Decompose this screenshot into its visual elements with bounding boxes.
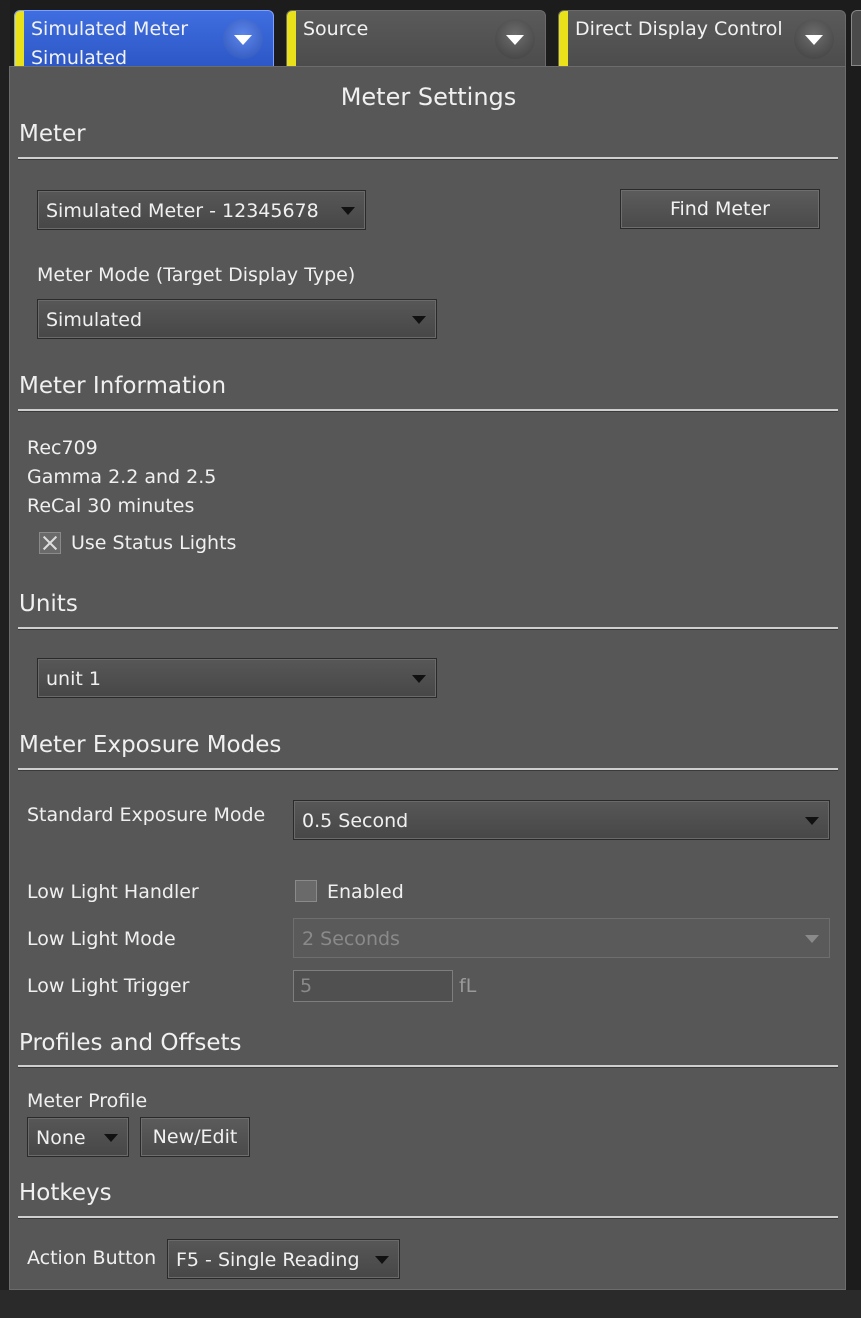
units-value: unit 1 <box>46 668 101 690</box>
tab-source[interactable]: Source <box>286 10 546 72</box>
meter-device-select[interactable]: Simulated Meter - 12345678 <box>37 190 366 230</box>
chevron-down-icon <box>805 817 819 825</box>
meter-info-text: Rec709 Gamma 2.2 and 2.5 ReCal 30 minute… <box>27 434 216 521</box>
panel-title: Meter Settings <box>340 83 517 111</box>
low-light-enabled-checkbox[interactable] <box>295 880 317 902</box>
section-title-meter-information: Meter Information <box>19 373 227 399</box>
tab-label: Direct Display Control <box>575 18 783 40</box>
low-light-handler-label: Low Light Handler <box>27 881 199 903</box>
meter-mode-select[interactable]: Simulated <box>37 299 437 339</box>
standard-exposure-mode-label: Standard Exposure Mode <box>27 804 266 826</box>
low-light-mode-value: 2 Seconds <box>302 928 400 950</box>
units-select[interactable]: unit 1 <box>37 658 437 698</box>
action-button-select[interactable]: F5 - Single Reading <box>167 1239 400 1279</box>
meter-info-line: ReCal 30 minutes <box>27 495 195 517</box>
background-app-bottom <box>0 1290 861 1318</box>
chevron-down-icon <box>341 207 355 215</box>
chevron-down-icon <box>805 935 819 943</box>
meter-info-line: Rec709 <box>27 437 98 459</box>
meter-settings-panel: Meter Settings Meter Simulated Meter - 1… <box>9 66 846 1290</box>
use-status-lights-checkbox[interactable] <box>39 532 61 554</box>
use-status-lights-label: Use Status Lights <box>71 532 237 554</box>
section-divider <box>18 1065 838 1068</box>
meter-mode-label: Meter Mode (Target Display Type) <box>37 264 356 286</box>
standard-exposure-mode-select[interactable]: 0.5 Second <box>293 800 830 840</box>
tab-simulated-meter[interactable]: Simulated Meter Simulated <box>14 10 274 72</box>
low-light-enabled-label: Enabled <box>327 881 404 903</box>
chevron-down-icon[interactable] <box>495 19 535 59</box>
low-light-mode-select[interactable]: 2 Seconds <box>293 918 830 958</box>
tab-label: Simulated Meter Simulated <box>31 18 189 69</box>
chevron-down-icon[interactable] <box>223 19 263 59</box>
chevron-down-icon <box>412 316 426 324</box>
action-button-label: Action Button <box>27 1247 157 1269</box>
section-divider <box>18 627 838 630</box>
low-light-mode-label: Low Light Mode <box>27 928 176 950</box>
tab-status-stripe <box>287 11 296 71</box>
low-light-trigger-label: Low Light Trigger <box>27 975 190 997</box>
tab-status-stripe <box>15 11 24 71</box>
section-title-meter-exposure-modes: Meter Exposure Modes <box>19 732 282 758</box>
meter-mode-value: Simulated <box>46 309 143 331</box>
section-title-meter: Meter <box>19 121 86 147</box>
low-light-trigger-unit: fL <box>459 975 477 997</box>
chevron-down-icon <box>412 675 426 683</box>
standard-exposure-mode-value: 0.5 Second <box>302 810 409 832</box>
section-title-hotkeys: Hotkeys <box>19 1180 112 1206</box>
section-divider <box>18 157 838 160</box>
tab-label: Source <box>303 18 369 40</box>
new-edit-profile-button[interactable]: New/Edit <box>140 1117 250 1157</box>
meter-profile-label: Meter Profile <box>27 1090 148 1112</box>
tab-direct-display-control[interactable]: Direct Display Control <box>558 10 846 72</box>
meter-info-line: Gamma 2.2 and 2.5 <box>27 466 217 488</box>
low-light-trigger-input[interactable]: 5 <box>293 970 453 1002</box>
section-divider <box>18 1216 838 1219</box>
tab-overflow[interactable] <box>851 10 861 66</box>
section-divider <box>18 409 838 412</box>
find-meter-button[interactable]: Find Meter <box>620 189 820 229</box>
section-divider <box>18 768 838 771</box>
meter-device-value: Simulated Meter - 12345678 <box>46 200 319 222</box>
section-title-profiles-and-offsets: Profiles and Offsets <box>19 1030 242 1056</box>
chevron-down-icon[interactable] <box>794 19 834 59</box>
section-title-units: Units <box>19 591 78 617</box>
action-button-value: F5 - Single Reading <box>176 1249 360 1271</box>
meter-profile-value: None <box>36 1127 86 1149</box>
tab-status-stripe <box>559 11 568 71</box>
chevron-down-icon <box>104 1134 118 1142</box>
chevron-down-icon <box>375 1256 389 1264</box>
meter-profile-select[interactable]: None <box>27 1117 129 1157</box>
